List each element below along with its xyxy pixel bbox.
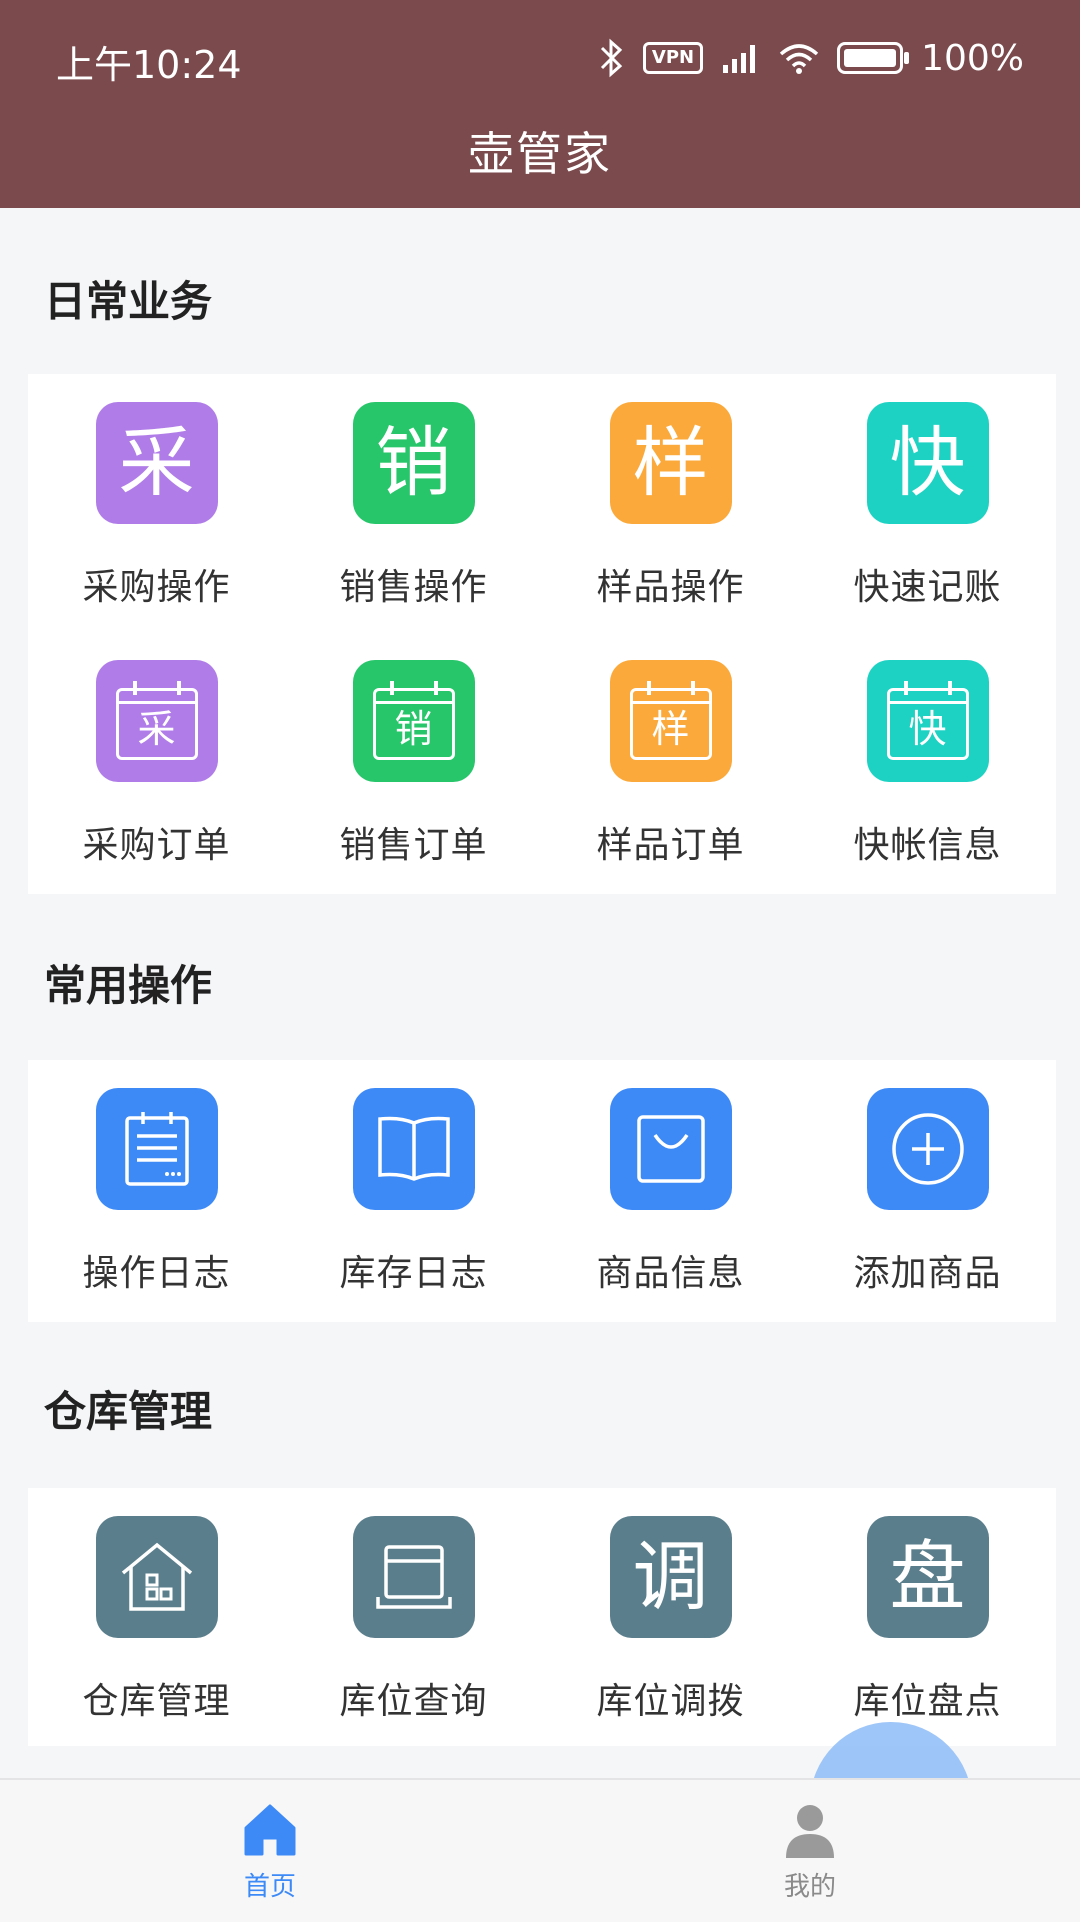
home-icon <box>244 1804 296 1856</box>
sample-calendar-icon: 样 <box>609 660 732 782</box>
sales-glyph-icon: 销 <box>352 402 475 524</box>
purchase-order-button[interactable]: 采 采购订单 <box>28 632 285 890</box>
item-label: 快速记账 <box>853 567 1002 608</box>
sales-calendar-icon: 销 <box>352 660 475 782</box>
transfer-glyph-icon: 调 <box>609 1516 732 1638</box>
quick-bookkeeping-button[interactable]: 快 快速记账 <box>799 374 1056 632</box>
signal-icon <box>721 41 761 75</box>
purchase-operation-button[interactable]: 采 采购操作 <box>28 374 285 632</box>
item-label: 库位调拨 <box>596 1681 745 1722</box>
bluetooth-icon <box>599 38 625 78</box>
add-product-button[interactable]: 添加商品 <box>799 1060 1056 1318</box>
tab-mine[interactable]: 我的 <box>540 1780 1080 1922</box>
top-bar: 上午10:24 VPN 100% 壶管家 <box>0 0 1080 208</box>
status-time: 上午10:24 <box>56 43 242 87</box>
quick-account-info-button[interactable]: 快 快帐信息 <box>799 632 1056 890</box>
wifi-icon <box>779 42 819 74</box>
location-stocktake-button[interactable]: 盘 库位盘点 <box>799 1488 1056 1746</box>
warehouse-card: 仓库管理 库位查询 调 库位调拨 盘 库位盘点 <box>28 1488 1056 1746</box>
item-label: 库存日志 <box>339 1253 488 1294</box>
vpn-badge: VPN <box>642 42 704 74</box>
item-label: 快帐信息 <box>853 825 1002 866</box>
item-label: 库位盘点 <box>853 1681 1002 1722</box>
quick-calendar-icon: 快 <box>866 660 989 782</box>
tab-home-label: 首页 <box>243 1872 296 1902</box>
item-label: 样品订单 <box>596 825 745 866</box>
warehouse-management-button[interactable]: 仓库管理 <box>28 1488 285 1746</box>
plus-circle-icon <box>866 1088 989 1210</box>
item-label: 采购订单 <box>82 825 231 866</box>
daily-business-card: 采 采购操作 销 销售操作 样 样品操作 快 快速记账 采 采购订单 销 销售订… <box>28 374 1056 894</box>
product-info-button[interactable]: 商品信息 <box>542 1060 799 1318</box>
user-icon <box>786 1805 834 1858</box>
item-label: 销售操作 <box>339 567 488 608</box>
item-label: 样品操作 <box>596 567 745 608</box>
section-title-common: 常用操作 <box>44 961 213 1010</box>
tab-mine-label: 我的 <box>783 1872 836 1902</box>
purchase-glyph-icon: 采 <box>95 402 218 524</box>
operation-log-button[interactable]: 操作日志 <box>28 1060 285 1318</box>
sales-order-button[interactable]: 销 销售订单 <box>285 632 542 890</box>
item-label: 商品信息 <box>596 1253 745 1294</box>
battery-icon <box>837 42 910 74</box>
sales-operation-button[interactable]: 销 销售操作 <box>285 374 542 632</box>
item-label: 库位查询 <box>339 1681 488 1722</box>
log-icon <box>95 1088 218 1210</box>
bag-icon <box>609 1088 732 1210</box>
sample-glyph-icon: 样 <box>609 402 732 524</box>
location-transfer-button[interactable]: 调 库位调拨 <box>542 1488 799 1746</box>
battery-percent: 100% <box>921 37 1024 79</box>
item-label: 操作日志 <box>82 1253 231 1294</box>
common-operations-card: 操作日志 库存日志 商品信息 添加商品 <box>28 1060 1056 1322</box>
item-label: 添加商品 <box>853 1253 1002 1294</box>
section-title-daily: 日常业务 <box>44 277 213 326</box>
inventory-log-button[interactable]: 库存日志 <box>285 1060 542 1318</box>
quick-glyph-icon: 快 <box>866 402 989 524</box>
box-icon <box>352 1516 475 1638</box>
item-label: 采购操作 <box>82 567 231 608</box>
section-title-warehouse: 仓库管理 <box>44 1387 213 1436</box>
stocktake-glyph-icon: 盘 <box>866 1516 989 1638</box>
sample-operation-button[interactable]: 样 样品操作 <box>542 374 799 632</box>
purchase-calendar-icon: 采 <box>95 660 218 782</box>
sample-order-button[interactable]: 样 样品订单 <box>542 632 799 890</box>
bottom-tab-bar: 首页 我的 <box>0 1778 1080 1922</box>
status-icons: VPN 100% <box>599 36 1024 80</box>
page-title: 壶管家 <box>468 127 612 181</box>
item-label: 仓库管理 <box>82 1681 231 1722</box>
tab-home[interactable]: 首页 <box>0 1780 540 1922</box>
item-label: 销售订单 <box>339 825 488 866</box>
book-icon <box>352 1088 475 1210</box>
location-query-button[interactable]: 库位查询 <box>285 1488 542 1746</box>
warehouse-icon <box>95 1516 218 1638</box>
